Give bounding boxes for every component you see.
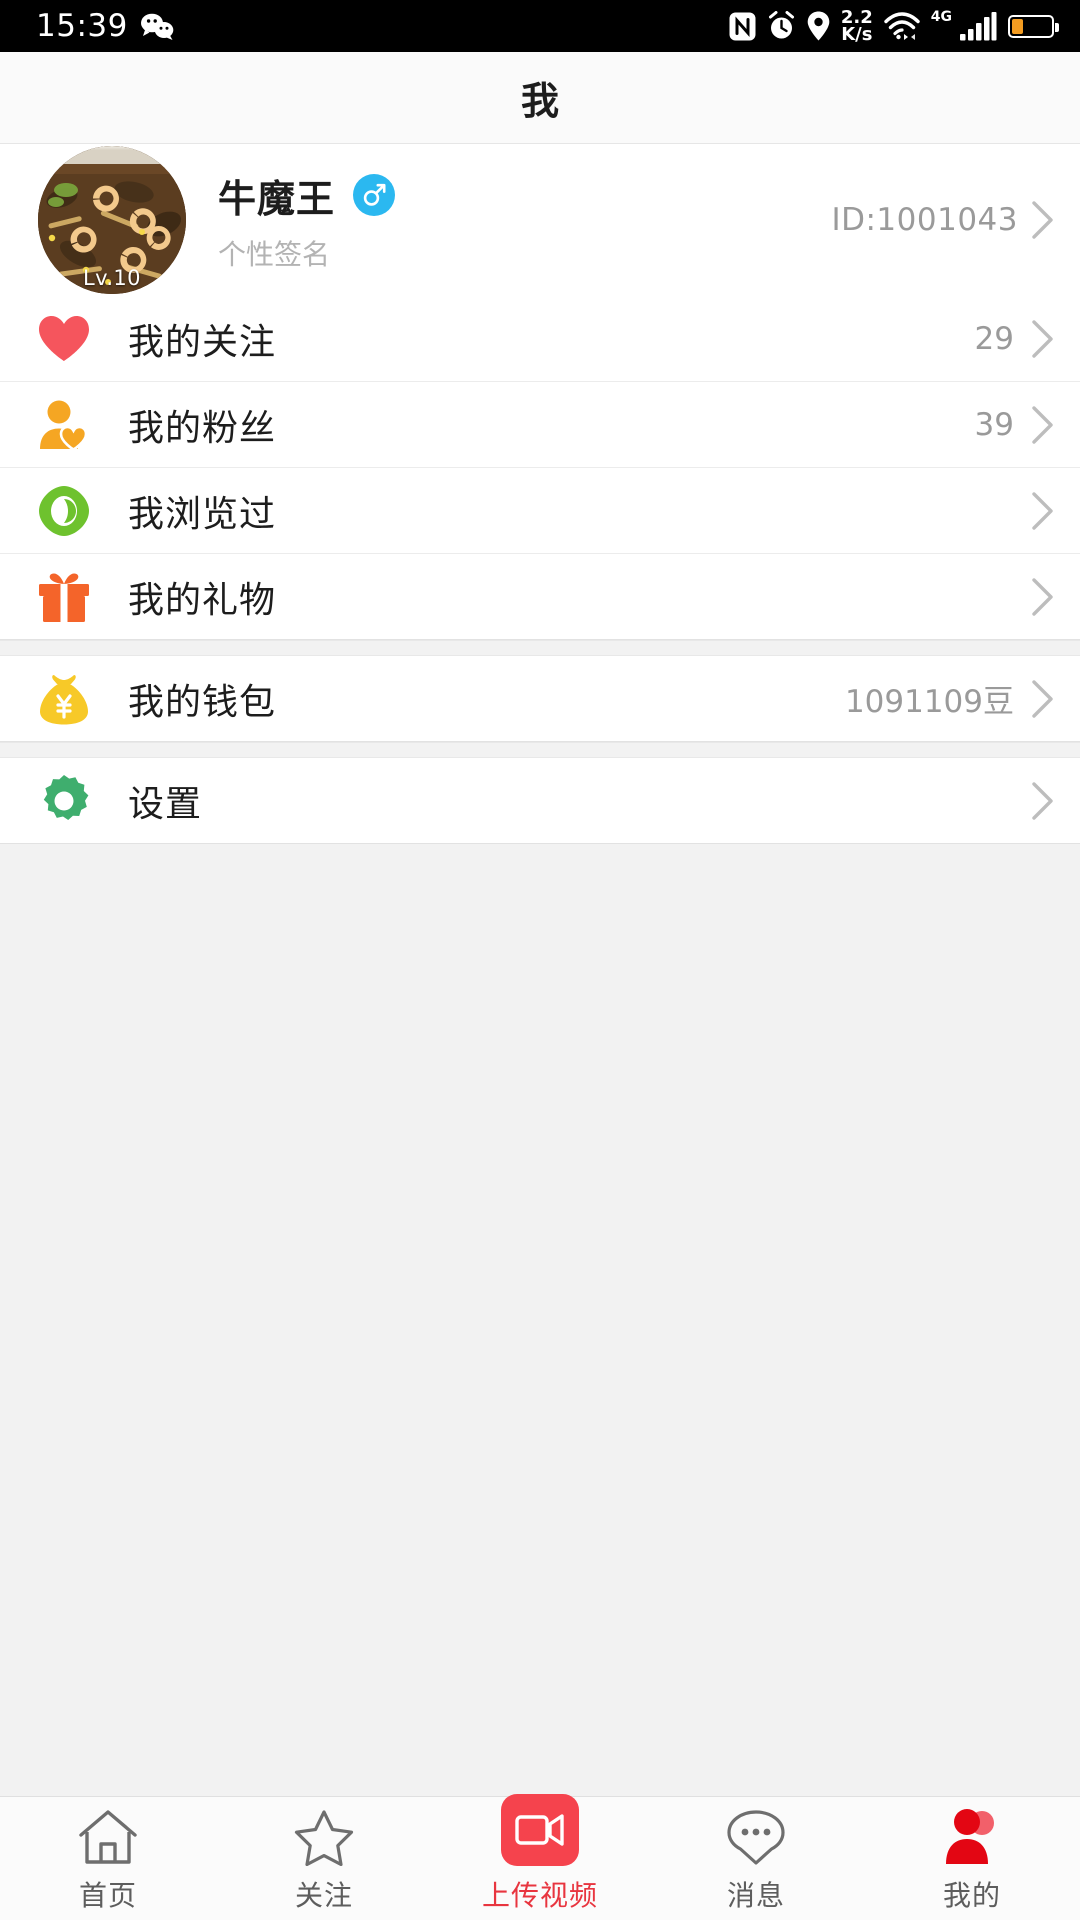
profile-row[interactable]: Lv.10 牛魔王 个性签名 ID:1001043	[0, 144, 1080, 296]
section-divider	[0, 640, 1080, 656]
eye-icon	[36, 483, 92, 539]
content-area: Lv.10 牛魔王 个性签名 ID:1001043 我的关注 29 我的粉丝 3…	[0, 144, 1080, 1796]
chevron-right-icon	[1032, 405, 1053, 444]
location-icon	[807, 11, 830, 41]
tab-label: 我的	[942, 1878, 1001, 1912]
male-symbol-icon	[353, 174, 396, 216]
nfc-icon	[729, 12, 756, 40]
alarm-icon	[768, 11, 794, 39]
status-time: 15:39	[36, 8, 128, 44]
tab-label: 首页	[78, 1878, 137, 1912]
menu-item-value: 29	[974, 320, 1014, 357]
menu-item-value: 1091109豆	[844, 684, 1014, 720]
wifi-icon	[884, 12, 920, 40]
menu-item-fans[interactable]: 我的粉丝 39	[0, 382, 1080, 468]
tab-upload-video[interactable]: 上传视频	[432, 1793, 648, 1914]
tab-label: 关注	[294, 1878, 353, 1912]
net-speed: 2.2 K/s	[841, 8, 873, 45]
video-camera-icon	[501, 1793, 579, 1866]
menu-item-right: 29	[974, 319, 1054, 358]
home-icon	[77, 1804, 139, 1866]
bottom-nav-bar: 首页 关注 上传视频 消息 我的	[0, 1793, 1080, 1920]
status-bar-right: 2.2 K/s 4G	[729, 8, 1059, 45]
page-title: 我	[520, 79, 559, 123]
menu-group-3: 设置	[0, 758, 1080, 844]
profile-id-area[interactable]: ID:1001043	[831, 201, 1054, 239]
chevron-right-icon	[1032, 491, 1053, 530]
signal-bars-icon	[960, 12, 997, 41]
menu-item-label: 我浏览过	[128, 493, 277, 535]
gear-icon	[36, 773, 92, 829]
section-divider	[0, 742, 1080, 758]
gift-icon	[36, 569, 92, 625]
menu-group-2: 我的钱包 1091109豆	[0, 656, 1080, 742]
menu-item-right	[1014, 577, 1054, 616]
menu-item-label: 设置	[128, 783, 203, 825]
menu-item-settings[interactable]: 设置	[0, 758, 1080, 844]
network-type: 4G	[930, 9, 952, 25]
menu-item-wallet[interactable]: 我的钱包 1091109豆	[0, 656, 1080, 742]
battery-icon	[1008, 14, 1059, 38]
status-bar: 15:39 2.2 K/s 4G	[0, 0, 1080, 52]
menu-item-right	[1014, 781, 1054, 820]
profile-info: 牛魔王 个性签名	[218, 168, 396, 273]
menu-item-label: 我的礼物	[128, 579, 277, 621]
tab-label: 上传视频	[481, 1878, 598, 1912]
tab-label: 消息	[726, 1878, 785, 1912]
level-badge: Lv.10	[83, 266, 141, 290]
menu-item-label: 我的钱包	[128, 681, 277, 723]
chevron-right-icon	[1032, 781, 1053, 820]
menu-item-gifts[interactable]: 我的礼物	[0, 554, 1080, 640]
menu-item-label: 我的关注	[128, 321, 277, 363]
chevron-right-icon	[1032, 679, 1053, 718]
menu-item-value: 39	[974, 406, 1014, 443]
menu-item-right: 1091109豆	[845, 676, 1054, 721]
profile-id: ID:1001043	[831, 202, 1018, 238]
chevron-right-icon	[1032, 201, 1053, 239]
chevron-right-icon	[1032, 577, 1053, 616]
heart-icon	[36, 311, 92, 367]
wechat-icon	[140, 13, 174, 40]
chevron-right-icon	[1032, 319, 1053, 358]
status-bar-left: 15:39	[36, 8, 174, 44]
avatar[interactable]: Lv.10	[38, 146, 186, 294]
tab-messages[interactable]: 消息	[648, 1804, 864, 1914]
menu-item-history[interactable]: 我浏览过	[0, 468, 1080, 554]
menu-item-right	[1014, 491, 1054, 530]
menu-item-following[interactable]: 我的关注 29	[0, 296, 1080, 382]
fans-person-heart-icon	[36, 397, 92, 453]
profile-name: 牛魔王	[218, 176, 336, 221]
profile-name-row: 牛魔王	[218, 168, 396, 223]
menu-group-1: 我的关注 29 我的粉丝 39 我浏览过 我的礼物	[0, 296, 1080, 640]
tab-following[interactable]: 关注	[216, 1804, 432, 1914]
app-screen: 15:39 2.2 K/s 4G 我 Lv.10 牛魔王 个性签名 ID:100…	[0, 0, 1080, 1920]
tab-home[interactable]: 首页	[0, 1804, 216, 1914]
profile-signature: 个性签名	[218, 237, 331, 271]
net-speed-unit: K/s	[841, 24, 873, 45]
star-icon	[293, 1804, 355, 1866]
menu-item-label: 我的粉丝	[128, 407, 277, 449]
tab-mine[interactable]: 我的	[864, 1804, 1080, 1914]
page-title-bar: 我	[0, 52, 1080, 144]
chat-bubble-icon	[725, 1804, 787, 1866]
menu-item-right: 39	[974, 405, 1054, 444]
empty-area	[0, 844, 1080, 1796]
person-icon	[941, 1804, 1003, 1866]
money-bag-icon	[36, 671, 92, 727]
